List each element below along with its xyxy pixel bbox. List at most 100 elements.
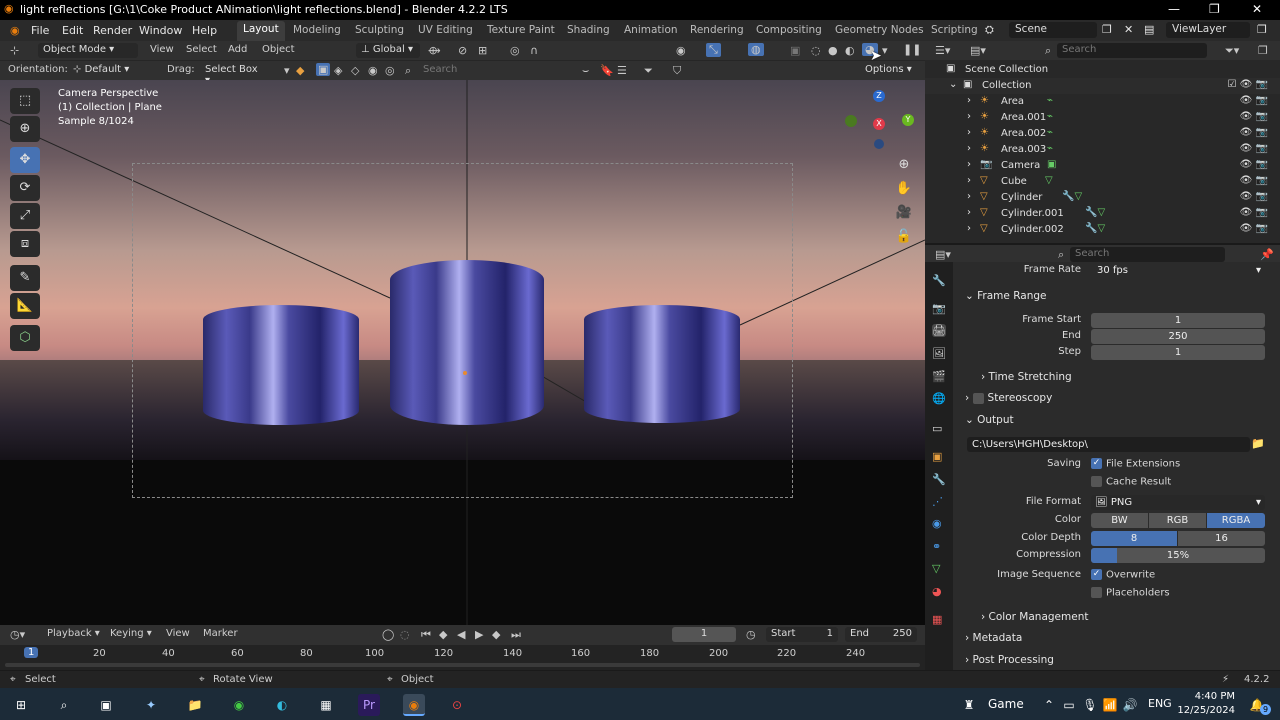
tab-scripting[interactable]: Scripting — [931, 24, 978, 36]
lasso-icon[interactable]: ⌣ — [582, 64, 589, 78]
frame-rate-dropdown[interactable]: 30 fps ▾ — [1091, 263, 1265, 278]
tab-texture-paint[interactable]: Texture Paint — [487, 24, 555, 36]
task-view-icon[interactable]: ▣ — [95, 694, 117, 716]
modifier-tab-icon[interactable]: 🔧 — [932, 473, 946, 486]
tool-search-input[interactable]: Search — [418, 63, 578, 78]
data-tab-icon[interactable]: ▽ — [932, 562, 940, 575]
menu-playback[interactable]: Playback ▾ — [47, 628, 100, 639]
constraints-tab-icon[interactable]: ⚭ — [932, 540, 941, 553]
color-depth-8-button[interactable]: 8 — [1091, 531, 1177, 546]
filter-icon[interactable]: ⏷ — [644, 64, 653, 78]
gizmo-toggle-icon[interactable]: ⤡ — [706, 43, 721, 57]
new-scene-icon[interactable]: ❐ — [1102, 23, 1112, 36]
preview-range-icon[interactable]: ◷ — [746, 628, 756, 641]
chevron-right-icon[interactable]: › — [967, 127, 971, 138]
visibility-toggles[interactable]: 👁 📷 — [1240, 191, 1268, 202]
chevron-right-icon[interactable]: › — [967, 143, 971, 154]
metadata-panel[interactable]: › Metadata — [965, 632, 1022, 644]
menu-edit[interactable]: Edit — [62, 24, 83, 37]
file-format-dropdown[interactable]: 🖼 PNG ▾ — [1091, 495, 1265, 510]
lock-camera-icon[interactable]: 🔓 — [893, 226, 915, 248]
outliner-row[interactable]: › ☀ Area.001 ⌁ 👁 📷 — [925, 110, 1280, 126]
chevron-right-icon[interactable]: › — [967, 223, 971, 234]
menu-object[interactable]: Object — [262, 44, 295, 55]
play-icon[interactable]: ▶ — [475, 628, 483, 641]
pause-render-icon[interactable]: ❚❚ — [903, 43, 921, 56]
folder-icon[interactable]: 📁 — [1251, 437, 1265, 450]
start-frame-field[interactable]: Start 1 — [766, 627, 838, 642]
color-depth-16-button[interactable]: 16 — [1178, 531, 1265, 546]
shield-icon[interactable]: ⛉ — [673, 64, 681, 78]
tab-rendering[interactable]: Rendering — [690, 24, 744, 36]
tray-app-icon[interactable]: ▭ — [1058, 694, 1080, 716]
scene-tab-icon[interactable]: 🎬 — [932, 370, 946, 383]
new-viewlayer-icon[interactable]: ❐ — [1257, 23, 1267, 36]
visibility-toggles[interactable]: 👁 📷 — [1240, 95, 1268, 106]
chevron-right-icon[interactable]: › — [967, 159, 971, 170]
chevron-down-icon[interactable]: ⌄ — [949, 79, 957, 90]
maximize-button[interactable]: ❐ — [1209, 2, 1220, 16]
wifi-icon[interactable]: 📶 — [1099, 694, 1121, 716]
menu-file[interactable]: File — [31, 24, 49, 37]
scene-icon[interactable]: ⛭ — [985, 23, 994, 37]
visibility-toggles[interactable]: ☑ 👁 📷 — [1228, 79, 1268, 90]
mesh-data-icon[interactable]: ▽ — [1045, 175, 1053, 186]
file-explorer-icon[interactable]: 📁 — [184, 694, 206, 716]
prev-keyframe-icon[interactable]: ◆ — [439, 628, 447, 641]
timeline-ruler[interactable]: 1 20 40 60 80 100 120 140 160 180 200 22… — [0, 645, 925, 670]
overwrite-checkbox[interactable]: ✓ — [1091, 569, 1102, 580]
snap-icon[interactable]: ⊘ — [458, 44, 467, 57]
end-field[interactable]: 250 — [1091, 329, 1265, 344]
clock-date[interactable]: 12/25/2024 — [1175, 705, 1235, 716]
outliner-row[interactable]: › ▽ Cube ▽ 👁 📷 — [925, 174, 1280, 190]
object-tab-icon[interactable]: ▣ — [932, 450, 942, 463]
tool-select-box[interactable]: ⬚ — [10, 88, 40, 114]
menu-render[interactable]: Render — [93, 24, 132, 37]
overlay-toggle-icon[interactable]: ◍ — [748, 43, 764, 56]
placeholders-option[interactable]: Placeholders — [1091, 587, 1170, 599]
select-mode-invert-icon[interactable]: ◉ — [368, 64, 378, 77]
outliner-row[interactable]: › ▽ Cylinder.001 🔧▽ 👁 📷 — [925, 206, 1280, 222]
tray-mic-icon[interactable]: 🎙 — [1079, 694, 1101, 716]
gizmo-x-icon[interactable]: X — [873, 118, 885, 130]
dropdown-chevron-icon[interactable]: ▾ — [284, 64, 290, 77]
bookmark-icon[interactable]: 🔖 — [600, 64, 614, 77]
select-mode-intersect-icon[interactable]: ◎ — [385, 64, 395, 77]
texture-tab-icon[interactable]: ▦ — [932, 613, 942, 626]
chrome-icon[interactable]: ◉ — [228, 694, 250, 716]
tab-animation[interactable]: Animation — [624, 24, 678, 36]
compression-slider[interactable]: 15% — [1091, 548, 1265, 563]
copilot-icon[interactable]: ✦ — [140, 694, 162, 716]
menu-select[interactable]: Select — [186, 44, 217, 55]
tool-tab-icon[interactable]: 🔧 — [932, 274, 946, 287]
outliner-row[interactable]: › ☀ Area ⌁ 👁 📷 — [925, 94, 1280, 110]
search-icon[interactable]: ⌕ — [53, 694, 75, 716]
viewlayer-icon[interactable]: ▤ — [1144, 23, 1154, 36]
gizmo-neg-y-icon[interactable] — [845, 115, 857, 127]
material-shading-icon[interactable]: ◐ — [845, 44, 855, 57]
outliner-row[interactable]: › 📷 Camera ▣ 👁 📷 — [925, 158, 1280, 174]
outliner-row[interactable]: › ▽ Cylinder.002 🔧▽ 👁 📷 — [925, 222, 1280, 238]
obs-icon[interactable]: ⊙ — [446, 694, 468, 716]
material-tab-icon[interactable]: ◕ — [932, 585, 942, 598]
timeline-editor-icon[interactable]: ◷▾ — [10, 628, 25, 641]
current-frame-field[interactable]: 1 — [672, 627, 736, 642]
color-rgb-button[interactable]: RGB — [1149, 513, 1206, 528]
menu-view[interactable]: View — [150, 44, 174, 55]
minimize-button[interactable]: — — [1168, 2, 1180, 16]
language-label[interactable]: ENG — [1148, 697, 1172, 710]
collection-tab-icon[interactable]: ▭ — [932, 422, 942, 435]
camera-data-icon[interactable]: ▣ — [1047, 159, 1056, 170]
tool-transform[interactable]: ⧈ — [10, 231, 40, 257]
edge-icon[interactable]: ◐ — [271, 694, 293, 716]
color-bw-button[interactable]: BW — [1091, 513, 1148, 528]
light-data-icon[interactable]: ⌁ — [1047, 127, 1053, 138]
outliner-editor-icon[interactable]: ☰▾ — [935, 44, 950, 57]
tool-rotate[interactable]: ⟳ — [10, 175, 40, 201]
premiere-pro-icon[interactable]: Pr — [358, 694, 380, 716]
outliner-row[interactable]: › ☀ Area.003 ⌁ 👁 📷 — [925, 142, 1280, 158]
pivot-icon[interactable]: ⟴ — [428, 44, 441, 57]
output-path-field[interactable]: C:\Users\HGH\Desktop\ — [967, 437, 1250, 452]
chevron-right-icon[interactable]: › — [967, 191, 971, 202]
chevron-up-icon[interactable]: ⌃ — [1038, 694, 1060, 716]
